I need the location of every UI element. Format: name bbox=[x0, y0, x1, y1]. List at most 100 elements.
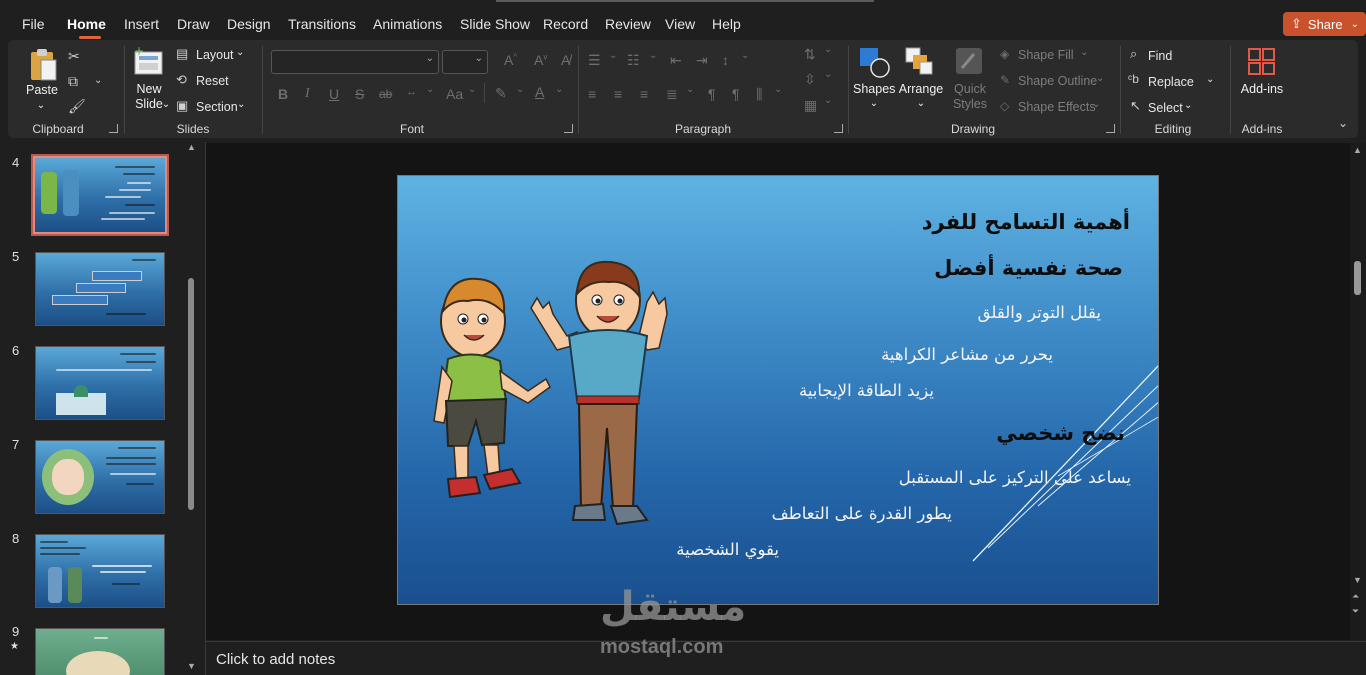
cut-icon[interactable]: ✂ bbox=[68, 48, 80, 65]
bullets-icon[interactable]: ☰ bbox=[588, 52, 601, 69]
underline-button[interactable]: U bbox=[329, 86, 339, 102]
slide-bullet-2[interactable]: يحرر من مشاعر الكراهية bbox=[881, 345, 1053, 364]
slide-bullet-6[interactable]: يقوي الشخصية bbox=[676, 540, 779, 559]
tab-slide-show[interactable]: Slide Show bbox=[460, 16, 530, 32]
strikethrough-button[interactable]: S bbox=[355, 86, 364, 102]
slide-thumbnail-9[interactable] bbox=[35, 628, 165, 675]
tab-design[interactable]: Design bbox=[227, 16, 271, 32]
increase-font-icon[interactable]: A^ bbox=[504, 52, 517, 68]
tab-transitions[interactable]: Transitions bbox=[288, 16, 356, 32]
section-button[interactable]: Section bbox=[196, 100, 238, 114]
shape-fill-button[interactable]: Shape Fill bbox=[1018, 48, 1074, 62]
justify-icon[interactable]: ≣ bbox=[666, 86, 678, 103]
smartart-icon[interactable]: ▦ bbox=[804, 97, 817, 114]
change-case-button[interactable]: Aa bbox=[446, 86, 463, 102]
shapes-dropdown-icon[interactable]: ⌄ bbox=[868, 96, 880, 111]
font-color-button[interactable]: A bbox=[535, 84, 544, 100]
replace-button[interactable]: Replace bbox=[1148, 75, 1194, 89]
numbering-icon[interactable]: ☷ bbox=[627, 52, 640, 69]
scroll-down-icon[interactable]: ▼ bbox=[1353, 575, 1362, 585]
scroll-up-icon[interactable]: ▲ bbox=[187, 142, 196, 152]
clear-formatting-icon[interactable]: A̸ bbox=[561, 52, 570, 68]
format-painter-icon[interactable]: 🖌 bbox=[68, 98, 86, 115]
align-right-icon[interactable]: ≡ bbox=[640, 86, 648, 102]
notes-divider[interactable] bbox=[206, 641, 1366, 642]
slide-heading-3[interactable]: نضج شخصي bbox=[996, 421, 1125, 445]
text-shadow-button[interactable]: ab bbox=[379, 87, 392, 101]
slide-thumbnail-4[interactable] bbox=[31, 154, 169, 236]
align-left-icon[interactable]: ≡ bbox=[588, 86, 596, 102]
align-text-icon[interactable]: ⇳ bbox=[804, 71, 816, 88]
paste-button[interactable]: Paste bbox=[26, 83, 58, 98]
tab-animations[interactable]: Animations bbox=[373, 16, 442, 32]
tab-help[interactable]: Help bbox=[712, 16, 741, 32]
tab-view[interactable]: View bbox=[665, 16, 695, 32]
slide-bullet-4[interactable]: يساعد على التركيز على المستقبل bbox=[899, 468, 1131, 487]
font-launcher-icon[interactable] bbox=[564, 124, 573, 133]
shape-outline-button[interactable]: Shape Outline bbox=[1018, 74, 1097, 88]
copy-icon[interactable]: ⧉ bbox=[68, 73, 78, 90]
slide-heading-2[interactable]: صحة نفسية أفضل bbox=[934, 256, 1123, 280]
clipboard-launcher-icon[interactable] bbox=[109, 124, 118, 133]
next-slide-icon[interactable]: ⏷ bbox=[1352, 606, 1359, 617]
bold-button[interactable]: B bbox=[278, 86, 288, 102]
decrease-font-icon[interactable]: Av bbox=[534, 52, 547, 68]
replace-dropdown-icon[interactable]: ⌄ bbox=[1206, 74, 1214, 85]
editor-scrollbar[interactable]: ▲ ▼ ⏶ ⏷ bbox=[1350, 143, 1366, 640]
slide-heading-1[interactable]: أهمية التسامح للفرد bbox=[922, 210, 1130, 234]
slide-bullet-1[interactable]: يقلل التوتر والقلق bbox=[978, 303, 1101, 322]
character-spacing-icon[interactable]: ↔ bbox=[406, 86, 417, 98]
previous-slide-icon[interactable]: ⏶ bbox=[1352, 591, 1359, 602]
tab-draw[interactable]: Draw bbox=[177, 16, 210, 32]
scroll-up-icon[interactable]: ▲ bbox=[1353, 145, 1362, 155]
text-direction-icon[interactable]: ⇅ bbox=[804, 46, 816, 63]
reset-button[interactable]: Reset bbox=[196, 74, 229, 88]
tab-record[interactable]: Record bbox=[543, 16, 588, 32]
font-name-field[interactable]: ⌄ bbox=[271, 50, 439, 74]
share-button[interactable]: ⇪ Share ⌄ bbox=[1283, 12, 1366, 36]
copy-dropdown-icon[interactable]: ⌄ bbox=[94, 75, 102, 86]
decrease-indent-icon[interactable]: ⇤ bbox=[670, 52, 682, 69]
align-center-icon[interactable]: ≡ bbox=[614, 86, 622, 102]
slide-thumbnail-7[interactable] bbox=[35, 440, 165, 514]
paragraph-launcher-icon[interactable] bbox=[834, 124, 843, 133]
select-dropdown-icon[interactable]: ⌄ bbox=[1184, 100, 1192, 111]
line-spacing-icon[interactable]: ↕ bbox=[722, 52, 729, 68]
slide-thumbnail-6[interactable] bbox=[35, 346, 165, 420]
drawing-launcher-icon[interactable] bbox=[1106, 124, 1115, 133]
thumb-text-line bbox=[110, 473, 156, 475]
tab-insert[interactable]: Insert bbox=[124, 16, 159, 32]
slide-canvas[interactable]: أهمية التسامح للفرد صحة نفسية أفضل يقلل … bbox=[397, 175, 1159, 605]
arrange-button[interactable]: Arrange bbox=[898, 82, 944, 97]
columns-icon[interactable]: ⫼ bbox=[756, 86, 762, 103]
scrollbar-thumb[interactable] bbox=[1354, 261, 1361, 295]
find-button[interactable]: Find bbox=[1148, 49, 1172, 63]
highlighter-icon[interactable]: ✎ bbox=[495, 85, 507, 102]
paste-dropdown-icon[interactable]: ⌄ bbox=[35, 98, 47, 113]
select-button[interactable]: Select bbox=[1148, 101, 1183, 115]
increase-indent-icon[interactable]: ⇥ bbox=[696, 52, 708, 69]
font-size-field[interactable]: ⌄ bbox=[442, 50, 488, 74]
collapse-ribbon-icon[interactable]: ⌄ bbox=[1338, 116, 1348, 130]
shapes-button[interactable]: Shapes bbox=[853, 82, 895, 97]
thumbnails-scrollbar[interactable]: ▲ ▼ bbox=[186, 142, 196, 671]
arrange-dropdown-icon[interactable]: ⌄ bbox=[915, 96, 927, 111]
tab-home[interactable]: Home bbox=[67, 16, 106, 32]
new-slide-dropdown-icon[interactable]: ⌄ bbox=[161, 97, 171, 112]
shape-effects-button[interactable]: Shape Effects bbox=[1018, 100, 1096, 114]
italic-button[interactable]: I bbox=[305, 86, 310, 102]
scroll-down-icon[interactable]: ▼ bbox=[187, 661, 196, 671]
add-ins-button[interactable]: Add-ins bbox=[1236, 82, 1288, 97]
tab-review[interactable]: Review bbox=[605, 16, 651, 32]
slide-bullet-3[interactable]: يزيد الطاقة الإيجابية bbox=[799, 381, 934, 400]
ltr-icon[interactable]: ¶ bbox=[708, 86, 716, 102]
layout-button[interactable]: Layout bbox=[196, 48, 234, 62]
rtl-icon[interactable]: ¶ bbox=[732, 86, 740, 102]
quick-styles-button[interactable]: Quick Styles bbox=[946, 82, 994, 112]
notes-placeholder[interactable]: Click to add notes bbox=[216, 651, 335, 668]
scrollbar-thumb[interactable] bbox=[188, 278, 194, 510]
slide-bullet-5[interactable]: يطور القدرة على التعاطف bbox=[772, 504, 952, 523]
tab-file[interactable]: File bbox=[22, 16, 45, 32]
slide-thumbnail-8[interactable] bbox=[35, 534, 165, 608]
slide-thumbnail-5[interactable] bbox=[35, 252, 165, 326]
